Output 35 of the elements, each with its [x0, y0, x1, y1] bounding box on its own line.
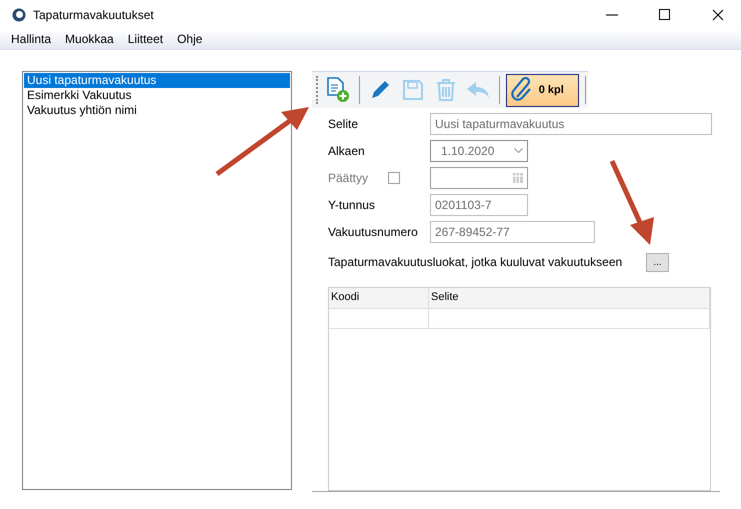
field-label: Vakuutusnumero — [328, 224, 419, 238]
field-label: Y-tunnus — [328, 198, 376, 212]
date-dropdown[interactable]: 1.10.2020 — [430, 140, 528, 162]
window-title: Tapaturmavakuutukset — [33, 8, 155, 22]
date-field[interactable] — [430, 166, 528, 188]
maximize-icon — [659, 9, 671, 21]
attachments-button[interactable]: 0 kpl — [506, 74, 580, 106]
field-label: Alkaen — [328, 144, 366, 158]
trash-icon — [434, 78, 457, 102]
field-label: Päättyy — [328, 170, 370, 184]
text-field[interactable]: 0201103-7 — [430, 194, 528, 216]
browse-button[interactable]: ... — [646, 252, 669, 272]
column-header[interactable]: Selite — [429, 288, 710, 308]
list-item[interactable]: Esimerkki Vakuutus — [24, 88, 290, 103]
classes-label: Tapaturmavakuutusluokat, jotka kuuluvat vakuutukseen — [328, 255, 624, 269]
calendar-icon — [513, 172, 523, 182]
menu-item[interactable]: Hallinta — [4, 30, 58, 49]
column-header[interactable]: Koodi — [329, 288, 429, 308]
list-item[interactable]: Uusi tapaturmavakuutus — [24, 73, 290, 88]
pencil-icon — [369, 79, 392, 101]
field-label: Selite — [328, 116, 360, 130]
new-document-icon — [326, 77, 350, 103]
menu-item[interactable]: Muokkaa — [58, 30, 121, 49]
undo-icon — [466, 80, 490, 100]
chevron-down-icon — [514, 148, 523, 153]
minimize-icon — [606, 14, 618, 16]
menu-item[interactable]: Ohje — [170, 30, 210, 49]
app-logo-icon — [12, 8, 26, 22]
paperclip-icon — [510, 77, 533, 103]
menu-item[interactable]: Liitteet — [120, 30, 170, 49]
close-icon — [712, 9, 724, 21]
list-item[interactable]: Vakuutus yhtiön nimi — [24, 103, 290, 118]
text-field[interactable]: Uusi tapaturmavakuutus — [430, 112, 712, 134]
save-icon — [402, 79, 424, 101]
text-field[interactable]: 267-89452-77 — [430, 220, 595, 242]
